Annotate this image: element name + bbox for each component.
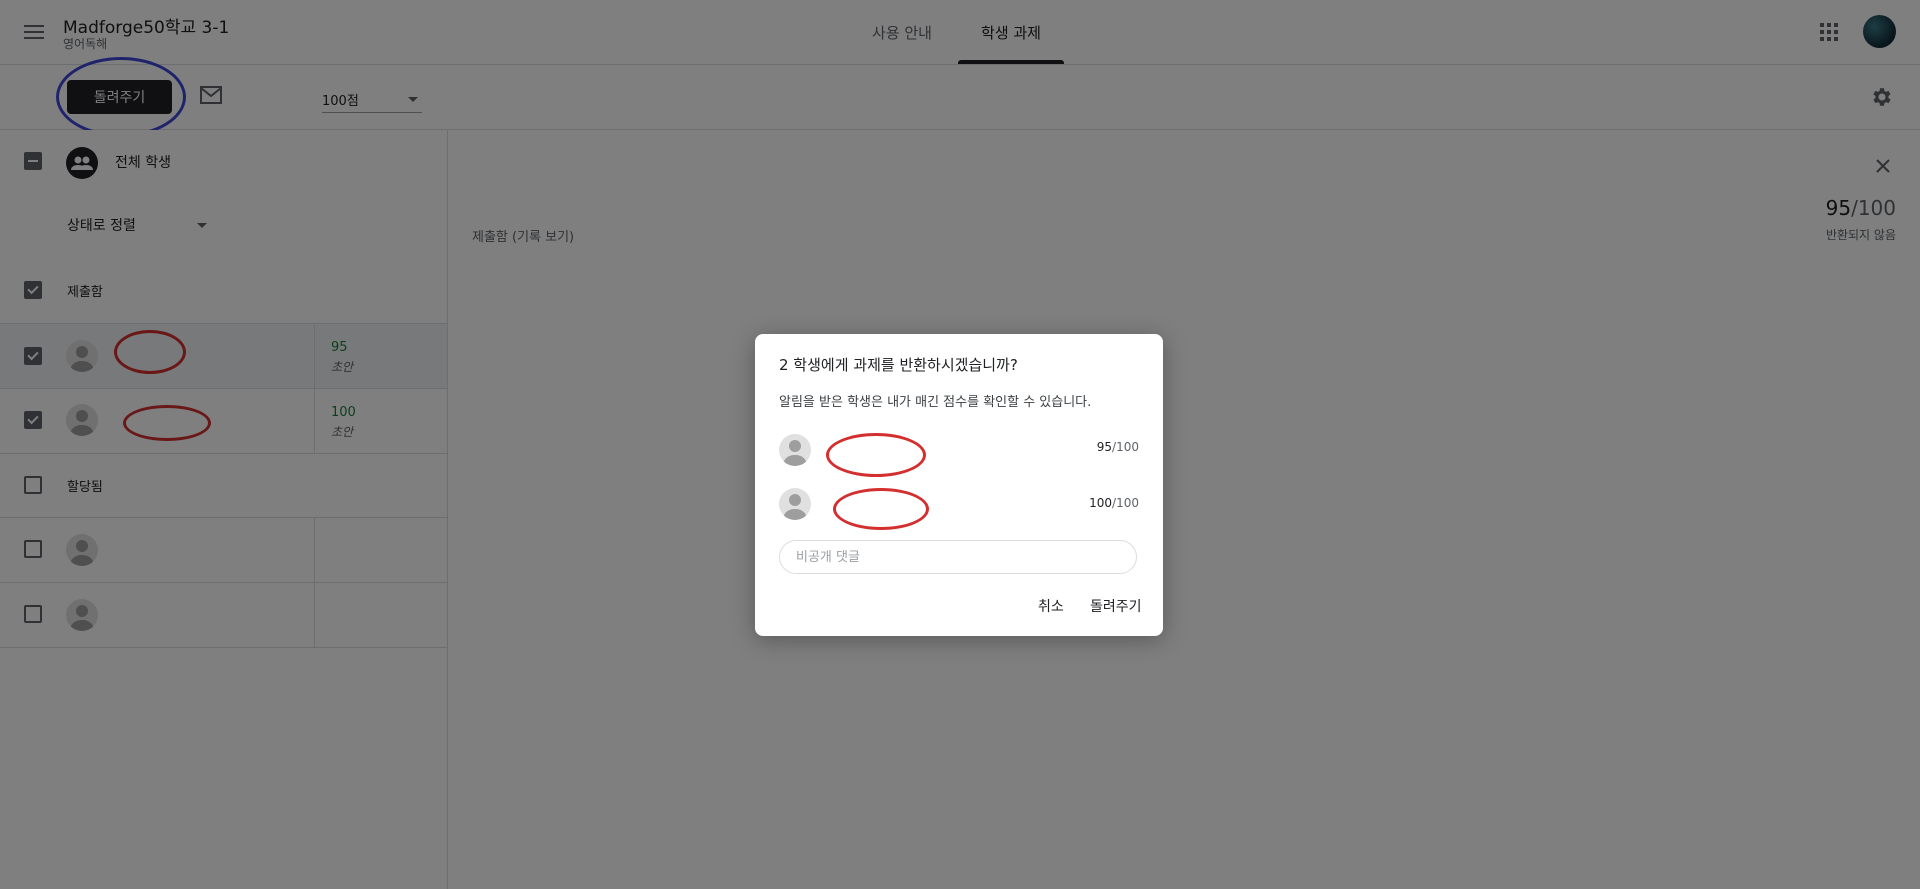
- score-value: 100: [1089, 496, 1113, 510]
- score-max: /100: [1112, 496, 1139, 510]
- dialog-title: 2 학생에게 과제를 반환하시겠습니까?: [779, 356, 1018, 374]
- dialog-student-score: 95/100: [1097, 440, 1139, 454]
- student-avatar: [779, 488, 811, 520]
- score-value: 95: [1096, 440, 1113, 454]
- return-dialog: 2 학생에게 과제를 반환하시겠습니까? 알림을 받은 학생은 내가 매긴 점수…: [755, 334, 1163, 636]
- dialog-description: 알림을 받은 학생은 내가 매긴 점수를 확인할 수 있습니다.: [779, 395, 1092, 410]
- student-avatar: [779, 434, 811, 466]
- cancel-button[interactable]: 취소: [1038, 596, 1064, 616]
- annotation-red-ellipse: [826, 433, 926, 477]
- dialog-student-score: 100/100: [1089, 496, 1139, 510]
- private-comment-input[interactable]: [779, 540, 1137, 574]
- annotation-red-ellipse: [833, 488, 929, 530]
- score-max: /100: [1112, 440, 1139, 454]
- confirm-return-button[interactable]: 돌려주기: [1090, 596, 1142, 616]
